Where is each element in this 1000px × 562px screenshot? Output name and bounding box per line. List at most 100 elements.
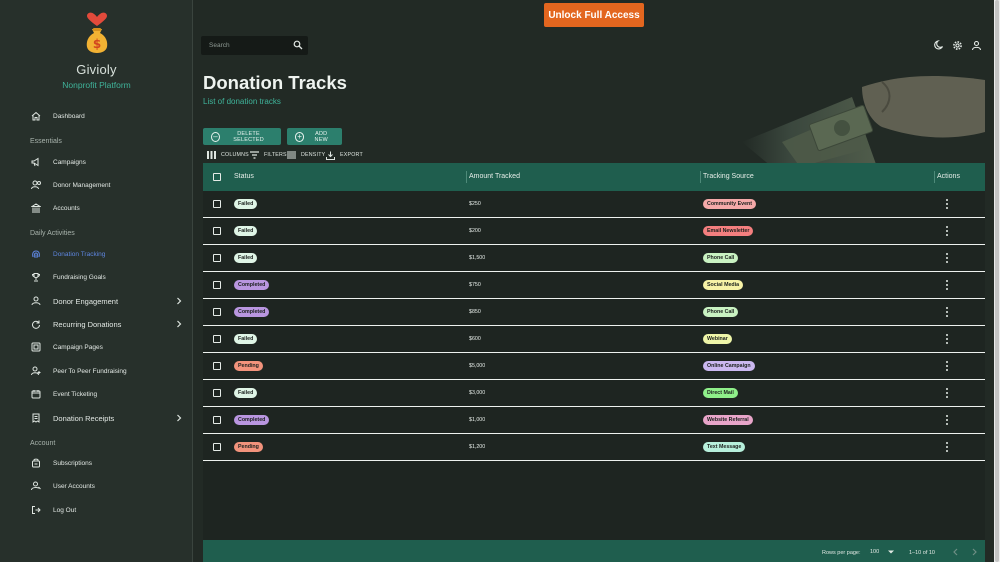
source-badge: Direct Mail bbox=[703, 388, 738, 398]
sidebar-item-donor-management[interactable]: Donor Management bbox=[30, 176, 190, 194]
status-badge: Completed bbox=[234, 307, 270, 317]
row-actions-menu-icon[interactable] bbox=[945, 307, 949, 317]
dot bbox=[946, 257, 948, 259]
amount-cell: $250 bbox=[469, 201, 481, 207]
rows-per-page-select[interactable]: 100 bbox=[870, 549, 895, 555]
row-checkbox[interactable] bbox=[213, 443, 221, 451]
table-row[interactable]: Completed $1,000 Website Referral bbox=[203, 407, 985, 434]
dot bbox=[946, 334, 948, 336]
filters-label: FILTERS bbox=[264, 152, 287, 158]
sidebar-item-campaigns[interactable]: Campaigns bbox=[30, 153, 190, 171]
search-icon[interactable] bbox=[293, 40, 303, 50]
density-button[interactable]: DENSITY bbox=[287, 150, 325, 160]
status-badge: Failed bbox=[234, 253, 258, 263]
gear-icon[interactable] bbox=[952, 40, 963, 51]
dot bbox=[946, 415, 948, 417]
sidebar-item-subscriptions[interactable]: Subscriptions bbox=[30, 454, 190, 472]
plus-circle-icon: + bbox=[295, 131, 305, 142]
unlock-full-access-button[interactable]: Unlock Full Access bbox=[544, 3, 644, 27]
table-row[interactable]: Failed $600 Webinar bbox=[203, 326, 985, 353]
row-actions-menu-icon[interactable] bbox=[945, 388, 949, 398]
columns-icon bbox=[207, 151, 216, 159]
column-separator[interactable] bbox=[934, 171, 935, 183]
sidebar-item-log-out[interactable]: Log Out bbox=[30, 501, 190, 519]
section-daily-activities: Daily Activities bbox=[30, 230, 75, 237]
pagination-range: 1–10 of 10 bbox=[909, 550, 935, 556]
profile-icon[interactable] bbox=[971, 40, 982, 51]
row-actions-menu-icon[interactable] bbox=[945, 334, 949, 344]
sidebar-item-donation-receipts[interactable]: Donation Receipts bbox=[30, 409, 190, 427]
add-new-button[interactable]: + ADD NEW bbox=[287, 128, 342, 145]
table-row[interactable]: Failed $1,500 Phone Call bbox=[203, 245, 985, 272]
row-checkbox[interactable] bbox=[213, 335, 221, 343]
brand-block: $ Givioly Nonprofit Platform bbox=[0, 12, 193, 90]
column-separator[interactable] bbox=[466, 171, 467, 183]
chevron-right-icon bbox=[177, 320, 182, 328]
columns-button[interactable]: COLUMNS bbox=[207, 150, 249, 160]
table-row[interactable]: Pending $5,000 Online Campaign bbox=[203, 353, 985, 380]
row-actions-menu-icon[interactable] bbox=[945, 415, 949, 425]
search-input[interactable] bbox=[209, 42, 289, 49]
column-header-amount[interactable]: Amount Tracked bbox=[469, 173, 520, 180]
amount-cell: $750 bbox=[469, 282, 481, 288]
row-checkbox[interactable] bbox=[213, 308, 221, 316]
vertical-scrollbar[interactable] bbox=[994, 0, 1000, 562]
row-actions-menu-icon[interactable] bbox=[945, 280, 949, 290]
table-row[interactable]: Completed $850 Phone Call bbox=[203, 299, 985, 326]
sidebar-item-label: Event Ticketing bbox=[53, 390, 98, 398]
row-actions-menu-icon[interactable] bbox=[945, 442, 949, 452]
row-checkbox[interactable] bbox=[213, 227, 221, 235]
sidebar-item-event-ticketing[interactable]: Event Ticketing bbox=[30, 385, 190, 403]
dot bbox=[946, 365, 948, 367]
dot bbox=[946, 315, 948, 317]
row-actions-menu-icon[interactable] bbox=[945, 226, 949, 236]
table-row[interactable]: Pending $1,200 Text Message bbox=[203, 434, 985, 461]
scrollbar-thumb[interactable] bbox=[995, 0, 999, 562]
row-checkbox[interactable] bbox=[213, 362, 221, 370]
table-row[interactable]: Failed $250 Community Event bbox=[203, 191, 985, 218]
source-badge: Online Campaign bbox=[703, 361, 755, 371]
previous-page-icon[interactable] bbox=[951, 547, 961, 557]
person-icon bbox=[30, 295, 42, 307]
row-actions-menu-icon[interactable] bbox=[945, 253, 949, 263]
source-badge: Phone Call bbox=[703, 307, 739, 317]
table-row[interactable]: Completed $750 Social Media bbox=[203, 272, 985, 299]
sidebar-item-fundraising-goals[interactable]: Fundraising Goals bbox=[30, 268, 190, 286]
export-label: EXPORT bbox=[340, 152, 363, 158]
sidebar-item-donation-tracking[interactable]: Donation Tracking bbox=[30, 245, 190, 263]
sidebar-item-peer-to-peer[interactable]: Peer To Peer Fundraising bbox=[30, 362, 190, 380]
receipt-icon bbox=[30, 412, 42, 424]
column-separator[interactable] bbox=[700, 171, 701, 183]
column-header-status[interactable]: Status bbox=[234, 173, 254, 180]
row-checkbox[interactable] bbox=[213, 281, 221, 289]
dot bbox=[946, 280, 948, 282]
row-actions-menu-icon[interactable] bbox=[945, 199, 949, 209]
dot bbox=[946, 288, 948, 290]
dot bbox=[946, 396, 948, 398]
sidebar-item-donor-engagement[interactable]: Donor Engagement bbox=[30, 292, 190, 310]
column-header-source[interactable]: Tracking Source bbox=[703, 173, 754, 180]
row-actions-menu-icon[interactable] bbox=[945, 361, 949, 371]
sidebar-item-dashboard[interactable]: Dashboard bbox=[30, 107, 190, 125]
dark-mode-icon[interactable] bbox=[933, 40, 944, 51]
sidebar-item-accounts[interactable]: Accounts bbox=[30, 199, 190, 217]
export-button[interactable]: EXPORT bbox=[326, 150, 363, 160]
row-checkbox[interactable] bbox=[213, 389, 221, 397]
row-checkbox[interactable] bbox=[213, 416, 221, 424]
status-badge: Pending bbox=[234, 361, 263, 371]
row-checkbox[interactable] bbox=[213, 254, 221, 262]
status-badge: Failed bbox=[234, 226, 258, 236]
next-page-icon[interactable] bbox=[969, 547, 979, 557]
dot bbox=[946, 311, 948, 313]
row-checkbox[interactable] bbox=[213, 200, 221, 208]
sidebar-item-campaign-pages[interactable]: Campaign Pages bbox=[30, 338, 190, 356]
delete-selected-button[interactable]: – DELETE SELECTED bbox=[203, 128, 281, 145]
table-row[interactable]: Failed $200 Email Newsletter bbox=[203, 218, 985, 245]
sidebar-item-recurring-donations[interactable]: Recurring Donations bbox=[30, 315, 190, 333]
table-row[interactable]: Failed $3,000 Direct Mail bbox=[203, 380, 985, 407]
sidebar-item-user-accounts[interactable]: User Accounts bbox=[30, 477, 190, 495]
filters-button[interactable]: FILTERS bbox=[250, 150, 287, 160]
donation-tracks-table: Status Amount Tracked Tracking Source Ac… bbox=[203, 163, 985, 562]
people-icon bbox=[30, 179, 42, 191]
select-all-checkbox[interactable] bbox=[213, 173, 221, 181]
